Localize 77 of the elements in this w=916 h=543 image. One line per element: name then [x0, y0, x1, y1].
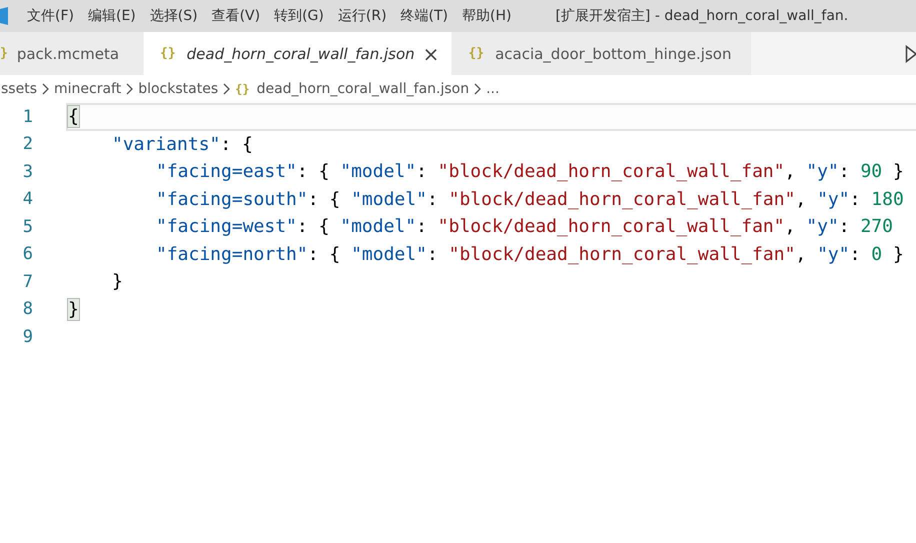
- window-title: [扩展开发宿主] - dead_horn_coral_wall_fan.: [555, 7, 848, 25]
- json-punctuation: : {: [308, 244, 342, 265]
- line-number: 1: [22, 106, 33, 127]
- json-punctuation: ,: [784, 161, 796, 182]
- json-key: "facing=east": [156, 161, 297, 182]
- json-key: "y": [806, 216, 839, 238]
- json-punctuation: }: [112, 271, 123, 292]
- chevron-right-icon: [223, 83, 230, 95]
- editor-tab[interactable]: {} acacia_door_bottom_hinge.json: [452, 32, 752, 75]
- json-key: "y": [806, 161, 839, 182]
- json-key: "model": [351, 244, 427, 265]
- play-icon[interactable]: [905, 44, 916, 62]
- json-punctuation: :: [426, 244, 439, 265]
- json-number: 0: [871, 244, 882, 265]
- json-key: "facing=south": [156, 188, 308, 210]
- menu-item[interactable]: 帮助(H): [462, 7, 512, 25]
- menu-item[interactable]: 转到(G): [274, 7, 324, 25]
- json-key: "facing=north": [156, 244, 308, 265]
- json-number: 180: [871, 188, 904, 210]
- menu-item[interactable]: 文件(F): [27, 7, 74, 25]
- json-key: "variants": [112, 134, 220, 155]
- json-key: "model": [340, 161, 416, 182]
- json-icon: {}: [235, 82, 250, 96]
- json-punctuation: :: [850, 244, 862, 265]
- json-punctuation: ,: [784, 216, 796, 238]
- json-punctuation: : {: [296, 161, 330, 182]
- matched-bracket: {: [68, 106, 79, 128]
- json-punctuation: }: [892, 244, 904, 265]
- json-key: "y": [817, 244, 850, 265]
- editor-tab[interactable]: {} dead_horn_coral_wall_fan.json ×: [144, 32, 452, 75]
- menu-item[interactable]: 查看(V): [212, 7, 260, 25]
- line-number: 3: [22, 162, 33, 182]
- json-punctuation: }: [892, 161, 904, 182]
- json-punctuation: :: [850, 188, 862, 210]
- line-number: 4: [22, 189, 33, 210]
- json-key: "model": [340, 216, 416, 238]
- breadcrumb-item[interactable]: ...: [486, 81, 500, 97]
- line-number: 7: [22, 272, 33, 292]
- line-number: 2: [22, 134, 33, 154]
- json-punctuation: :: [426, 188, 439, 210]
- menu-item[interactable]: 终端(T): [400, 7, 448, 25]
- line-number: 8: [22, 299, 33, 320]
- json-key: "y": [817, 188, 850, 210]
- json-punctuation: : {: [308, 188, 342, 210]
- line-number: 9: [22, 326, 33, 347]
- json-string: "block/dead_horn_coral_wall_fan": [438, 161, 785, 182]
- menu-item[interactable]: 编辑(E): [88, 7, 136, 25]
- breadcrumb-item[interactable]: ssets: [1, 81, 37, 97]
- json-punctuation: : {: [296, 216, 330, 238]
- json-punctuation: : {: [220, 134, 253, 155]
- json-punctuation: :: [416, 161, 428, 182]
- json-number: 90: [860, 161, 882, 182]
- matched-bracket: }: [68, 298, 79, 320]
- json-number: 270: [860, 216, 893, 238]
- chevron-right-icon: [126, 83, 134, 95]
- app-logo-icon: [0, 7, 8, 25]
- menu-item[interactable]: 运行(R): [338, 7, 387, 25]
- breadcrumb-item[interactable]: blockstates: [138, 81, 218, 97]
- json-punctuation: ,: [795, 244, 808, 265]
- close-icon[interactable]: ×: [422, 44, 440, 64]
- line-number: 5: [22, 216, 33, 237]
- json-string: "block/dead_horn_coral_wall_fan": [448, 188, 796, 210]
- json-string: "block/dead_horn_coral_wall_fan": [448, 244, 796, 265]
- json-punctuation: :: [838, 161, 851, 182]
- json-key: "model": [351, 188, 427, 210]
- json-punctuation: ,: [795, 188, 808, 210]
- json-key: "facing=west": [156, 216, 297, 238]
- json-punctuation: :: [838, 216, 851, 238]
- json-string: "block/dead_horn_coral_wall_fan": [438, 216, 785, 238]
- menu-item[interactable]: 选择(S): [150, 7, 198, 25]
- chevron-right-icon: [42, 83, 49, 95]
- json-punctuation: :: [416, 216, 428, 238]
- line-number: 6: [22, 244, 33, 264]
- breadcrumb-item[interactable]: minecraft: [54, 81, 122, 97]
- breadcrumb-item[interactable]: dead_horn_coral_wall_fan.json: [256, 81, 470, 97]
- editor-tab[interactable]: } pack.mcmeta: [0, 32, 144, 75]
- chevron-right-icon: [474, 83, 482, 95]
